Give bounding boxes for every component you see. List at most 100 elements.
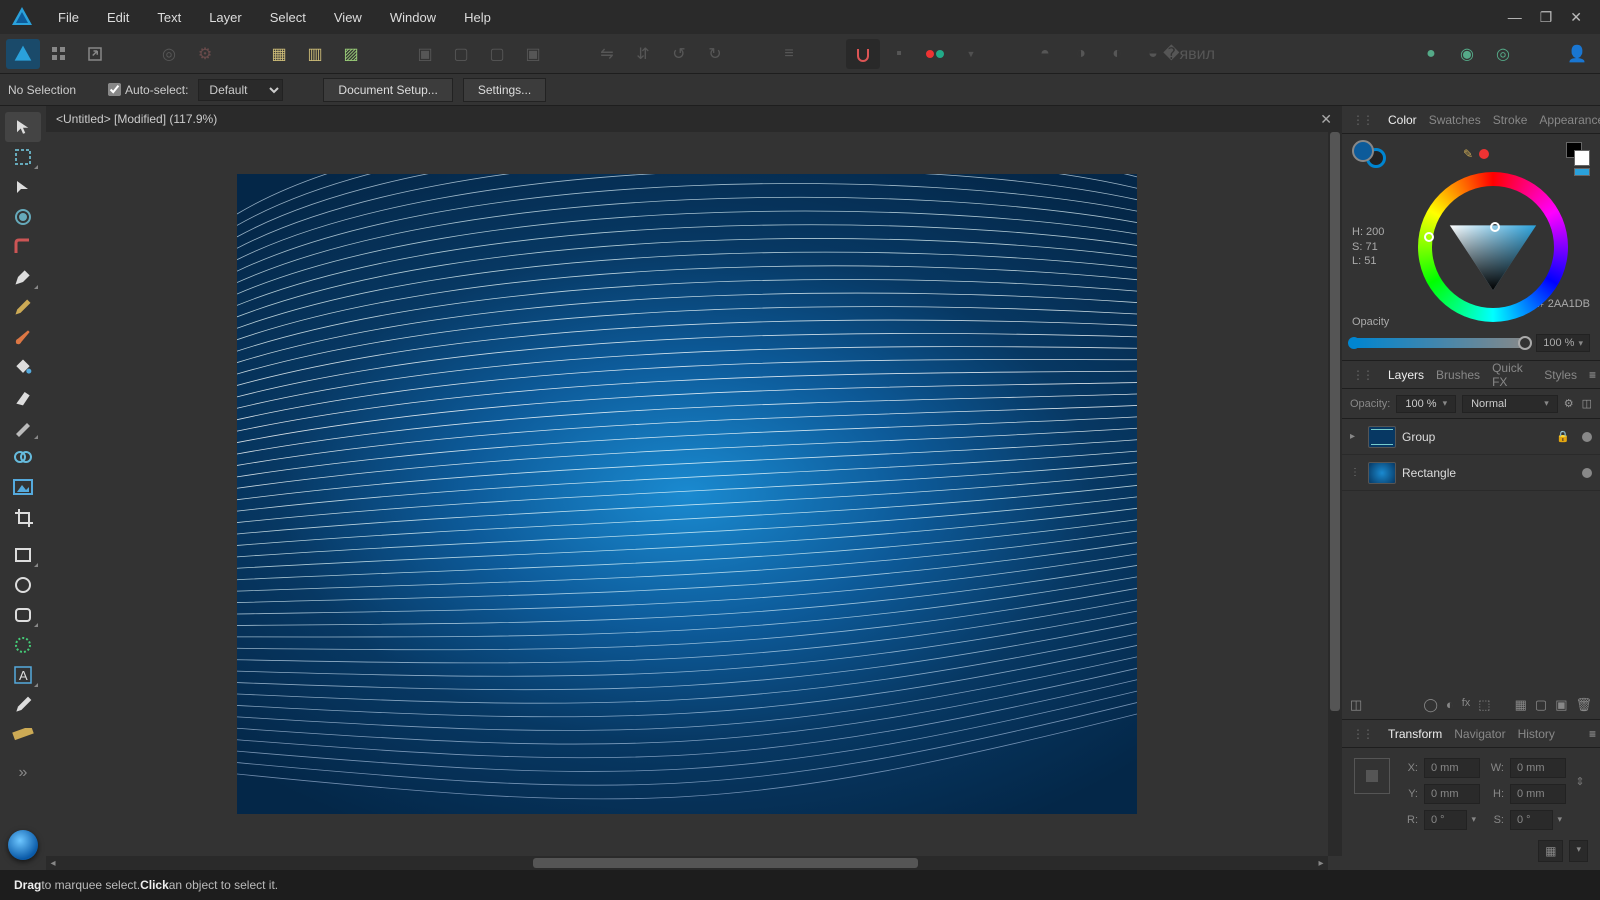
layer-row-rectangle[interactable]: ⋮ Rectangle xyxy=(1342,455,1600,491)
document-tab[interactable]: <Untitled> [Modified] (117.9%) xyxy=(56,112,217,126)
window-close-icon[interactable]: ✕ xyxy=(1570,9,1582,26)
persona-pixel-icon[interactable] xyxy=(42,39,76,69)
layer-row-group[interactable]: ▸ Group 🔒 xyxy=(1342,419,1600,455)
insert-target-dropdown-icon[interactable]: ▼ xyxy=(954,39,988,69)
assets-icon[interactable]: ◎ xyxy=(1486,39,1520,69)
autoselect-mode-select[interactable]: Default xyxy=(198,79,283,101)
transparency-tool[interactable] xyxy=(5,382,41,412)
corner-tool[interactable] xyxy=(5,232,41,262)
lock-icon[interactable]: 🔒 xyxy=(1556,430,1570,443)
order-back-icon[interactable]: ▣ xyxy=(408,39,442,69)
resource-manager-icon[interactable]: ● xyxy=(1414,39,1448,69)
shape-builder-tool[interactable] xyxy=(5,442,41,472)
layer-opacity-input[interactable]: 100 %▾ xyxy=(1396,395,1456,413)
transform-r-input[interactable] xyxy=(1424,810,1467,830)
mask-layer-icon[interactable]: ◯ xyxy=(1423,697,1438,713)
menu-file[interactable]: File xyxy=(44,0,93,34)
menu-select[interactable]: Select xyxy=(256,0,320,34)
tab-swatches[interactable]: Swatches xyxy=(1429,113,1481,127)
boolean-intersect-icon[interactable]: ◐ xyxy=(1100,39,1134,69)
stock-shape-tool[interactable] xyxy=(5,630,41,660)
sync-defaults-icon[interactable]: ◎ xyxy=(152,39,186,69)
panel-drag-handle-icon[interactable]: ⋮⋮ xyxy=(1352,727,1372,741)
preferences-icon[interactable]: ⚙ xyxy=(188,39,222,69)
document-setup-button[interactable]: Document Setup... xyxy=(323,78,452,102)
pencil-tool[interactable] xyxy=(5,292,41,322)
menu-layer[interactable]: Layer xyxy=(195,0,256,34)
visibility-icon[interactable] xyxy=(1582,432,1592,442)
eyedropper-icon[interactable]: ✎ xyxy=(1463,147,1473,161)
node-tool[interactable] xyxy=(5,172,41,202)
adjustment-layer-icon[interactable]: ◐ xyxy=(1446,697,1454,713)
tab-styles[interactable]: Styles xyxy=(1544,368,1577,382)
color-picker-tool[interactable] xyxy=(5,690,41,720)
layer-settings-icon[interactable]: ⚙ xyxy=(1564,397,1574,410)
snap-bounds-icon[interactable]: ▦ xyxy=(262,39,296,69)
menu-help[interactable]: Help xyxy=(450,0,505,34)
horizontal-scrollbar[interactable]: ◂▸ xyxy=(46,856,1328,870)
tab-quickfx[interactable]: Quick FX xyxy=(1492,361,1532,389)
vector-brush-tool[interactable] xyxy=(5,322,41,352)
tab-navigator[interactable]: Navigator xyxy=(1454,727,1505,741)
place-image-tool[interactable] xyxy=(5,472,41,502)
add-layer-icon[interactable]: ▢ xyxy=(1535,697,1547,713)
transform-y-input[interactable] xyxy=(1424,784,1480,804)
layer-name[interactable]: Rectangle xyxy=(1402,466,1576,480)
tab-layers[interactable]: Layers xyxy=(1388,368,1424,382)
current-color-dot-icon[interactable] xyxy=(1479,149,1489,159)
order-forward-icon[interactable]: ▢ xyxy=(480,39,514,69)
edit-all-layers-icon[interactable]: ◫ xyxy=(1350,697,1362,713)
color-wheel[interactable] xyxy=(1418,172,1568,322)
panel-menu-icon[interactable]: ≡ xyxy=(1589,727,1596,741)
account-icon[interactable]: 👤 xyxy=(1560,39,1594,69)
tab-transform[interactable]: Transform xyxy=(1388,727,1442,741)
transform-w-input[interactable] xyxy=(1510,758,1566,778)
rotate-cw-icon[interactable]: ↻ xyxy=(698,39,732,69)
link-icon[interactable]: ⋮ xyxy=(1350,467,1362,478)
rectangle-tool[interactable] xyxy=(5,540,41,570)
menu-window[interactable]: Window xyxy=(376,0,450,34)
transform-x-input[interactable] xyxy=(1424,758,1480,778)
knife-tool[interactable] xyxy=(5,412,41,442)
fx-layer-icon[interactable]: fx xyxy=(1462,697,1471,713)
settings-button[interactable]: Settings... xyxy=(463,78,546,102)
crop-tool[interactable] xyxy=(5,502,41,532)
menu-view[interactable]: View xyxy=(320,0,376,34)
boolean-subtract-icon[interactable]: ◑ xyxy=(1064,39,1098,69)
crop-layer-icon[interactable]: ⬚ xyxy=(1478,697,1490,713)
menu-text[interactable]: Text xyxy=(143,0,195,34)
customize-tools-icon[interactable]: » xyxy=(5,758,41,788)
pen-tool[interactable] xyxy=(5,262,41,292)
persona-indicator-icon[interactable] xyxy=(8,830,38,860)
persona-export-icon[interactable] xyxy=(78,39,112,69)
window-minimize-icon[interactable]: — xyxy=(1508,9,1522,25)
group-layers-icon[interactable]: ▣ xyxy=(1555,697,1567,713)
tab-color[interactable]: Color xyxy=(1388,113,1417,127)
tab-history[interactable]: History xyxy=(1518,727,1555,741)
fill-tool[interactable] xyxy=(5,352,41,382)
layer-profiles-icon[interactable]: ◫ xyxy=(1582,397,1592,410)
rounded-rectangle-tool[interactable] xyxy=(5,600,41,630)
opacity-value-input[interactable]: 100 %▾ xyxy=(1536,334,1590,352)
transform-h-input[interactable] xyxy=(1510,784,1566,804)
snapping-icon[interactable] xyxy=(846,39,880,69)
flip-vertical-icon[interactable]: ⇵ xyxy=(626,39,660,69)
default-colors-swatch[interactable] xyxy=(1566,142,1590,166)
panel-drag-handle-icon[interactable]: ⋮⋮ xyxy=(1352,113,1372,127)
anchor-selector[interactable] xyxy=(1354,758,1390,794)
opacity-slider[interactable] xyxy=(1352,338,1528,348)
rotate-ccw-icon[interactable]: ↺ xyxy=(662,39,696,69)
layer-name[interactable]: Group xyxy=(1402,430,1550,444)
vertical-scrollbar[interactable] xyxy=(1328,132,1342,856)
menu-edit[interactable]: Edit xyxy=(93,0,143,34)
panel-menu-icon[interactable]: ≡ xyxy=(1589,368,1596,382)
measure-tool[interactable] xyxy=(5,720,41,750)
tab-close-icon[interactable]: ✕ xyxy=(1320,111,1332,128)
artistic-text-tool[interactable]: A xyxy=(5,660,41,690)
tab-stroke[interactable]: Stroke xyxy=(1493,113,1528,127)
flip-horizontal-icon[interactable]: ⇋ xyxy=(590,39,624,69)
contour-tool[interactable] xyxy=(5,202,41,232)
align-to-pixels-icon[interactable]: ▦ xyxy=(1538,840,1563,862)
lock-children-icon[interactable]: ▪ xyxy=(882,39,916,69)
delete-layer-icon[interactable]: 🗑 xyxy=(1575,697,1592,713)
